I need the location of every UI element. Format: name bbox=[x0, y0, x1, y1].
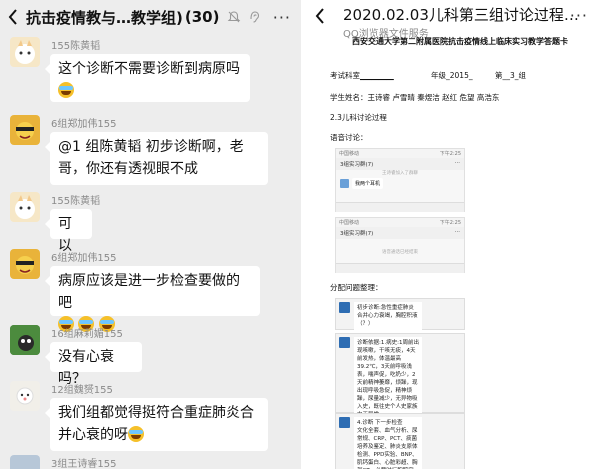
sender-name: 6组郑加伟155 bbox=[51, 253, 117, 264]
chat-panel: 抗击疫情教与…教学组) (30) ··· 155陈黄韬 这个诊断不需要诊断到病原… bbox=[0, 0, 301, 469]
assignment-label: 分配问题整理： bbox=[330, 283, 383, 292]
grade-field: 年级_2015_ bbox=[431, 71, 473, 80]
avatar[interactable] bbox=[10, 455, 40, 469]
more-options-icon[interactable]: ··· bbox=[570, 6, 588, 25]
mute-icon bbox=[227, 11, 241, 23]
avatar[interactable] bbox=[10, 37, 40, 67]
back-button[interactable] bbox=[315, 8, 325, 28]
chat-screenshot-2: 中国移动 下午2:25 3组实习群(7) ··· 语音通话已经结束 bbox=[335, 217, 465, 273]
crying-laughing-emoji-icon bbox=[128, 426, 144, 442]
sender-name: 155陈黄韬 bbox=[51, 196, 101, 207]
sender-name: 16组麻莉媚155 bbox=[51, 329, 123, 340]
message-text: 哥，你还有透视眼不成 bbox=[58, 161, 198, 177]
group-field: 第__3_组 bbox=[495, 71, 527, 80]
chevron-left-icon bbox=[315, 8, 324, 24]
note-screenshot-3: 4.诊断 下一步检查 文化全套、血气分析、尿常规、CRP、PCT、痰菌培养及鉴定… bbox=[335, 413, 465, 469]
message-text: 病原应该是进一步检查要做的吧 bbox=[58, 273, 240, 311]
chevron-left-icon bbox=[8, 9, 17, 25]
message-bubble[interactable]: 我们组都觉得挺符合重症肺炎合 并心衰的呀 bbox=[45, 398, 268, 451]
ear-icon bbox=[250, 11, 259, 23]
note-screenshot-2: 诊断依据:1.病史:1周前出现咳嗽，干咳无痰，4天前发热，体温最高39.2℃，3… bbox=[335, 333, 465, 421]
message-item: 6组郑加伟155 @1 组陈黄韬 初步诊断啊，老 哥，你还有透视眼不成 bbox=[0, 112, 301, 185]
chat-screenshot-1: 中国移动 下午2:25 3组实习群(7) ··· 王诗睿加入了群聊 我两个耳机 bbox=[335, 148, 465, 212]
chat-title: 抗击疫情教与…教学组) bbox=[26, 8, 183, 27]
message-item: 155陈黄韬 可以 bbox=[0, 189, 301, 254]
message-text: 并心衰的呀 bbox=[58, 427, 128, 443]
message-item: 3组王诗睿155 bbox=[0, 452, 301, 469]
voice-discussion-label: 语音讨论： bbox=[330, 133, 368, 142]
student-names: 学生姓名：王诗睿 卢雪晴 秦煜洁 赵红 危望 高浩东 bbox=[330, 93, 500, 102]
message-item: 16组麻莉媚155 没有心衰吗？ bbox=[0, 322, 301, 387]
message-text: 这个诊断不需要诊断到病原吗 bbox=[58, 61, 240, 77]
exam-dept-label: 考试科室_________ bbox=[330, 71, 394, 80]
avatar[interactable] bbox=[10, 381, 40, 411]
avatar[interactable] bbox=[10, 249, 40, 279]
message-text: @1 组陈黄韬 初步诊断啊，老 bbox=[58, 139, 244, 155]
avatar[interactable] bbox=[10, 192, 40, 222]
chat-header: 抗击疫情教与…教学组) (30) ··· bbox=[0, 0, 301, 34]
message-bubble[interactable]: 没有心衰吗？ bbox=[45, 342, 142, 387]
sender-name: 155陈黄韬 bbox=[51, 41, 101, 52]
message-item: 12组魏赟155 我们组都觉得挺符合重症肺炎合 并心衰的呀 bbox=[0, 378, 301, 451]
document-title: 2020.02.03儿科第三组讨论过程… bbox=[343, 6, 579, 24]
sender-name: 12组魏赟155 bbox=[51, 385, 113, 396]
message-bubble[interactable]: 可以 bbox=[45, 209, 92, 254]
message-bubble[interactable]: 病原应该是进一步检查要做的吧 bbox=[45, 266, 260, 332]
sender-name: 3组王诗睿155 bbox=[51, 459, 117, 469]
crying-laughing-emoji-icon bbox=[58, 82, 74, 98]
message-text: 我们组都觉得挺符合重症肺炎合 bbox=[58, 405, 254, 421]
sender-name: 6组郑加伟155 bbox=[51, 119, 117, 130]
message-item: 155陈黄韬 这个诊断不需要诊断到病原吗 bbox=[0, 34, 301, 102]
message-item: 6组郑加伟155 病原应该是进一步检查要做的吧 bbox=[0, 246, 301, 332]
message-bubble[interactable]: @1 组陈黄韬 初步诊断啊，老 哥，你还有透视眼不成 bbox=[45, 132, 268, 185]
back-button[interactable] bbox=[0, 0, 26, 34]
message-bubble[interactable]: 这个诊断不需要诊断到病原吗 bbox=[45, 54, 250, 102]
document-viewer: 2020.02.03儿科第三组讨论过程… QQ浏览器文件服务 ··· 西安交通大… bbox=[305, 0, 600, 469]
member-count: (30) bbox=[184, 8, 220, 26]
avatar[interactable] bbox=[10, 115, 40, 145]
document-heading: 西安交通大学第二附属医院抗击疫情线上临床实习教学答题卡 bbox=[352, 37, 568, 46]
case-title: 2.3儿科讨论过程 bbox=[330, 113, 387, 122]
note-screenshot-1: 初步诊断:急性重症肺炎合并心力衰竭，胸腔积液（？） bbox=[335, 298, 465, 330]
more-options-icon[interactable]: ··· bbox=[273, 8, 291, 27]
avatar[interactable] bbox=[10, 325, 40, 355]
